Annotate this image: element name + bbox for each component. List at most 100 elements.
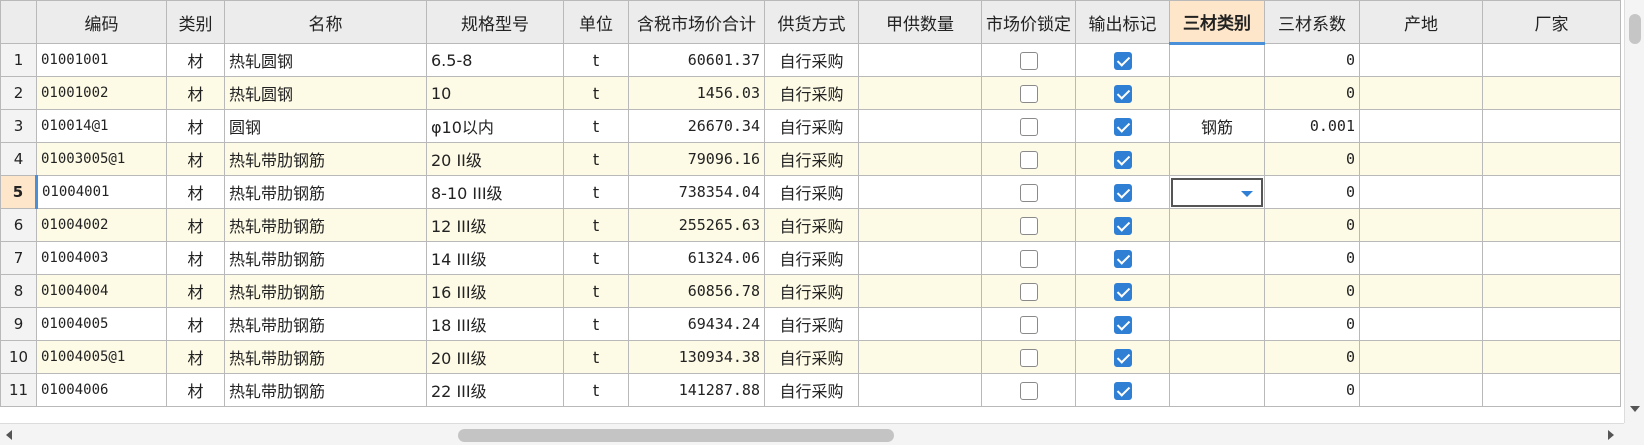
lock-header[interactable]: 市场价锁定 [981,0,1076,44]
code-cell[interactable]: 01004005@1 [36,340,167,374]
spec-cell[interactable]: 14 III级 [426,241,564,275]
code-cell[interactable]: 01004005 [36,307,167,341]
spec-cell[interactable]: 20 III级 [426,340,564,374]
origin-cell[interactable] [1359,175,1483,209]
row-number-cell[interactable]: 3 [0,109,37,143]
output-header[interactable]: 输出标记 [1075,0,1170,44]
unit-cell[interactable]: t [563,175,629,209]
price-cell[interactable]: 60856.78 [628,274,765,308]
qty-cell[interactable] [858,307,982,341]
code-cell[interactable]: 01004006 [36,373,167,407]
table-row[interactable]: 5 01004001 材热轧带肋钢筋 8-10 III级 t 738354.04 自行采购 0 [0,175,1621,209]
chevron-down-icon[interactable] [1241,190,1253,197]
row-number-cell[interactable]: 5 [0,175,38,209]
output-cell[interactable] [1075,208,1170,242]
lock-cell[interactable] [981,373,1076,407]
row-number-cell[interactable]: 4 [0,142,37,176]
code-cell[interactable]: 01001002 [36,76,167,110]
origin-cell[interactable] [1359,142,1483,176]
coefficient-cell[interactable]: 0 [1264,208,1360,242]
code-cell[interactable]: 010014@1 [36,109,167,143]
origin-cell[interactable] [1359,307,1483,341]
maker-cell[interactable] [1482,109,1621,143]
qty-cell[interactable] [858,109,982,143]
unit-cell[interactable]: t [563,274,629,308]
type-cell[interactable]: 材 [166,274,225,308]
output-flag-checkbox[interactable] [1113,84,1132,103]
scroll-right-icon[interactable] [1608,430,1614,440]
maker-cell[interactable] [1482,76,1621,110]
coefficient-cell[interactable]: 0 [1264,241,1360,275]
coefficient-header[interactable]: 三材系数 [1264,0,1360,44]
output-flag-checkbox[interactable] [1113,282,1132,301]
price-cell[interactable]: 130934.38 [628,340,765,374]
unit-cell[interactable]: t [563,208,629,242]
price-lock-checkbox[interactable] [1019,216,1038,235]
maker-cell[interactable] [1482,43,1621,77]
lock-cell[interactable] [981,175,1076,209]
supply-cell[interactable]: 自行采购 [764,142,859,176]
price-lock-checkbox[interactable] [1019,249,1038,268]
table-row[interactable]: 2 01001002 材热轧圆钢 10 t 1456.03 自行采购 0 [0,76,1621,110]
row-number-cell[interactable]: 10 [0,340,37,374]
unit-cell[interactable]: t [563,43,629,77]
output-flag-checkbox[interactable] [1113,51,1132,70]
material-type-dropdown[interactable] [1171,177,1263,207]
maker-cell[interactable] [1482,241,1621,275]
supply-cell[interactable]: 自行采购 [764,208,859,242]
row-number-header[interactable] [0,0,37,44]
maker-header[interactable]: 厂家 [1482,0,1621,44]
supply-cell[interactable]: 自行采购 [764,76,859,110]
code-cell[interactable]: 01001001 [36,43,167,77]
lock-cell[interactable] [981,340,1076,374]
vertical-scrollbar[interactable] [1624,0,1644,423]
name-cell[interactable]: 热轧带肋钢筋 [224,175,427,209]
scroll-down-icon[interactable] [1630,406,1640,412]
supply-cell[interactable]: 自行采购 [764,373,859,407]
qty-cell[interactable] [858,208,982,242]
material-type-cell[interactable] [1169,340,1265,374]
type-cell[interactable]: 材 [166,373,225,407]
table-row[interactable]: 9 01004005 材热轧带肋钢筋 18 III级 t 69434.24 自行采购 0 [0,307,1621,341]
price-lock-checkbox[interactable] [1019,282,1038,301]
qty-cell[interactable] [858,241,982,275]
name-cell[interactable]: 热轧圆钢 [224,76,427,110]
material-type-cell[interactable] [1169,76,1265,110]
name-cell[interactable]: 热轧带肋钢筋 [224,307,427,341]
type-cell[interactable]: 材 [166,76,225,110]
unit-cell[interactable]: t [563,373,629,407]
output-flag-checkbox[interactable] [1113,249,1132,268]
vertical-scroll-thumb[interactable] [1629,14,1641,44]
lock-cell[interactable] [981,208,1076,242]
origin-cell[interactable] [1359,76,1483,110]
type-cell[interactable]: 材 [166,109,225,143]
price-cell[interactable]: 255265.63 [628,208,765,242]
spec-cell[interactable]: 10 [426,76,564,110]
maker-cell[interactable] [1482,274,1621,308]
output-cell[interactable] [1075,109,1170,143]
maker-cell[interactable] [1482,373,1621,407]
lock-cell[interactable] [981,109,1076,143]
supply-cell[interactable]: 自行采购 [764,43,859,77]
material-type-cell[interactable] [1169,274,1265,308]
output-flag-checkbox[interactable] [1113,348,1132,367]
code-cell[interactable]: 01004002 [36,208,167,242]
price-cell[interactable]: 69434.24 [628,307,765,341]
price-lock-checkbox[interactable] [1019,51,1038,70]
lock-cell[interactable] [981,307,1076,341]
table-row[interactable]: 8 01004004 材热轧带肋钢筋 16 III级 t 60856.78 自行采购 0 [0,274,1621,308]
origin-cell[interactable] [1359,340,1483,374]
material-type-cell[interactable] [1169,175,1265,209]
material-type-cell[interactable] [1169,142,1265,176]
origin-cell[interactable] [1359,109,1483,143]
lock-cell[interactable] [981,241,1076,275]
type-cell[interactable]: 材 [166,175,225,209]
spec-cell[interactable]: 8-10 III级 [426,175,564,209]
supply-cell[interactable]: 自行采购 [764,274,859,308]
spec-cell[interactable]: 20 II级 [426,142,564,176]
output-flag-checkbox[interactable] [1113,117,1132,136]
table-row[interactable]: 11 01004006 材热轧带肋钢筋 22 III级 t 141287.88 自行采购 0 [0,373,1621,407]
qty-cell[interactable] [858,43,982,77]
type-cell[interactable]: 材 [166,340,225,374]
origin-cell[interactable] [1359,208,1483,242]
